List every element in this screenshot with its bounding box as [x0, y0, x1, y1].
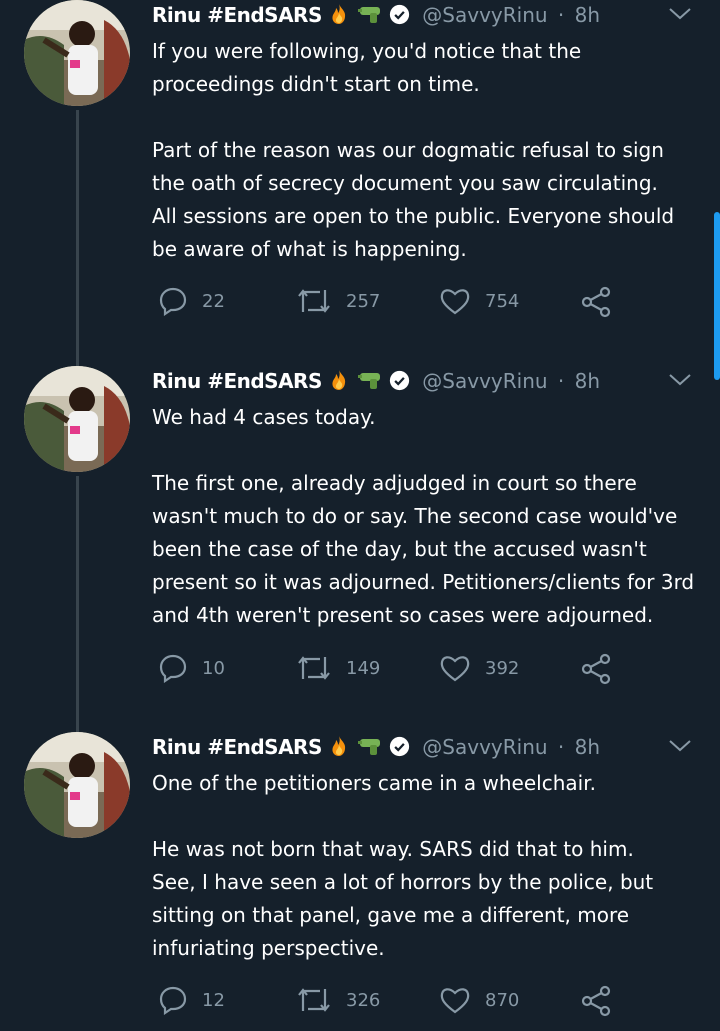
verified-badge-icon — [389, 4, 410, 30]
display-name[interactable]: Rinu #EndSARS — [152, 369, 322, 393]
chevron-down-icon[interactable] — [668, 6, 692, 25]
avatar-photo — [24, 366, 130, 472]
retweet-icon — [298, 289, 330, 313]
share-button[interactable] — [580, 985, 612, 1017]
tweet-header: Rinu #EndSARS @SavvyRinu · 8h — [152, 3, 600, 35]
retweet-button[interactable]: 326 — [296, 985, 380, 1015]
like-count: 392 — [485, 657, 520, 679]
retweet-count: 149 — [346, 657, 381, 679]
fire-emoji — [328, 735, 350, 762]
share-button[interactable] — [580, 286, 612, 318]
share-icon — [581, 286, 611, 318]
retweet-icon — [298, 988, 330, 1012]
avatar[interactable] — [24, 0, 130, 106]
like-button[interactable]: 870 — [439, 985, 519, 1015]
verified-badge-icon — [389, 370, 410, 396]
scrollbar-thumb[interactable] — [714, 212, 720, 380]
tweet-text: If you were following, you'd notice that… — [152, 35, 702, 266]
user-handle[interactable]: @SavvyRinu — [422, 369, 547, 393]
paragraph: If you were following, you'd notice that… — [152, 39, 582, 96]
reply-button[interactable]: 22 — [158, 286, 225, 316]
tweet-3[interactable]: Rinu #EndSARS @SavvyRinu · 8h One of the… — [0, 732, 720, 1031]
tweet-2[interactable]: Rinu #EndSARS @SavvyRinu · 8h We had 4 c… — [0, 366, 720, 732]
paragraph: We had 4 cases today. — [152, 405, 376, 429]
timestamp[interactable]: 8h — [575, 3, 600, 27]
reply-button[interactable]: 12 — [158, 985, 225, 1015]
separator-dot: · — [557, 3, 565, 27]
tweet-header: Rinu #EndSARS @SavvyRinu · 8h — [152, 735, 600, 767]
water-pistol-emoji — [357, 369, 383, 396]
fire-emoji — [328, 3, 350, 30]
paragraph: The first one, already adjudged in court… — [152, 471, 695, 627]
thread-connector-line — [76, 110, 79, 366]
tweet-text: We had 4 cases today. The first one, alr… — [152, 401, 702, 632]
water-pistol-emoji — [357, 3, 383, 30]
reply-button[interactable]: 10 — [158, 653, 225, 683]
reply-icon — [159, 654, 187, 683]
avatar-photo — [24, 0, 130, 106]
retweet-button[interactable]: 257 — [296, 286, 380, 316]
reply-icon — [159, 287, 187, 316]
separator-dot: · — [557, 369, 565, 393]
like-button[interactable]: 392 — [439, 653, 519, 683]
share-icon — [581, 653, 611, 685]
display-name[interactable]: Rinu #EndSARS — [152, 735, 322, 759]
separator-dot: · — [557, 735, 565, 759]
like-icon — [440, 988, 470, 1014]
reply-count: 22 — [202, 290, 225, 312]
retweet-count: 326 — [346, 989, 381, 1011]
retweet-button[interactable]: 149 — [296, 653, 380, 683]
chevron-down-icon[interactable] — [668, 738, 692, 757]
fire-emoji — [328, 369, 350, 396]
paragraph: One of the petitioners came in a wheelch… — [152, 771, 596, 795]
timestamp[interactable]: 8h — [575, 369, 600, 393]
timestamp[interactable]: 8h — [575, 735, 600, 759]
reply-count: 10 — [202, 657, 225, 679]
verified-badge-icon — [389, 736, 410, 762]
tweet-1[interactable]: Rinu #EndSARS @SavvyRinu · 8h If you wer… — [0, 0, 720, 366]
retweet-icon — [298, 656, 330, 680]
like-icon — [440, 656, 470, 682]
paragraph: Part of the reason was our dogmatic refu… — [152, 138, 675, 261]
chevron-down-icon[interactable] — [668, 372, 692, 391]
user-handle[interactable]: @SavvyRinu — [422, 3, 547, 27]
share-icon — [581, 985, 611, 1017]
like-count: 754 — [485, 290, 520, 312]
thread-connector-line — [76, 476, 79, 732]
share-button[interactable] — [580, 653, 612, 685]
user-handle[interactable]: @SavvyRinu — [422, 735, 547, 759]
like-icon — [440, 289, 470, 315]
display-name[interactable]: Rinu #EndSARS — [152, 3, 322, 27]
avatar-photo — [24, 732, 130, 838]
tweet-header: Rinu #EndSARS @SavvyRinu · 8h — [152, 369, 600, 401]
retweet-count: 257 — [346, 290, 381, 312]
avatar[interactable] — [24, 732, 130, 838]
like-count: 870 — [485, 989, 520, 1011]
paragraph: He was not born that way. SARS did that … — [152, 837, 654, 960]
avatar[interactable] — [24, 366, 130, 472]
tweet-text: One of the petitioners came in a wheelch… — [152, 767, 702, 965]
reply-count: 12 — [202, 989, 225, 1011]
like-button[interactable]: 754 — [439, 286, 519, 316]
reply-icon — [159, 986, 187, 1015]
water-pistol-emoji — [357, 735, 383, 762]
